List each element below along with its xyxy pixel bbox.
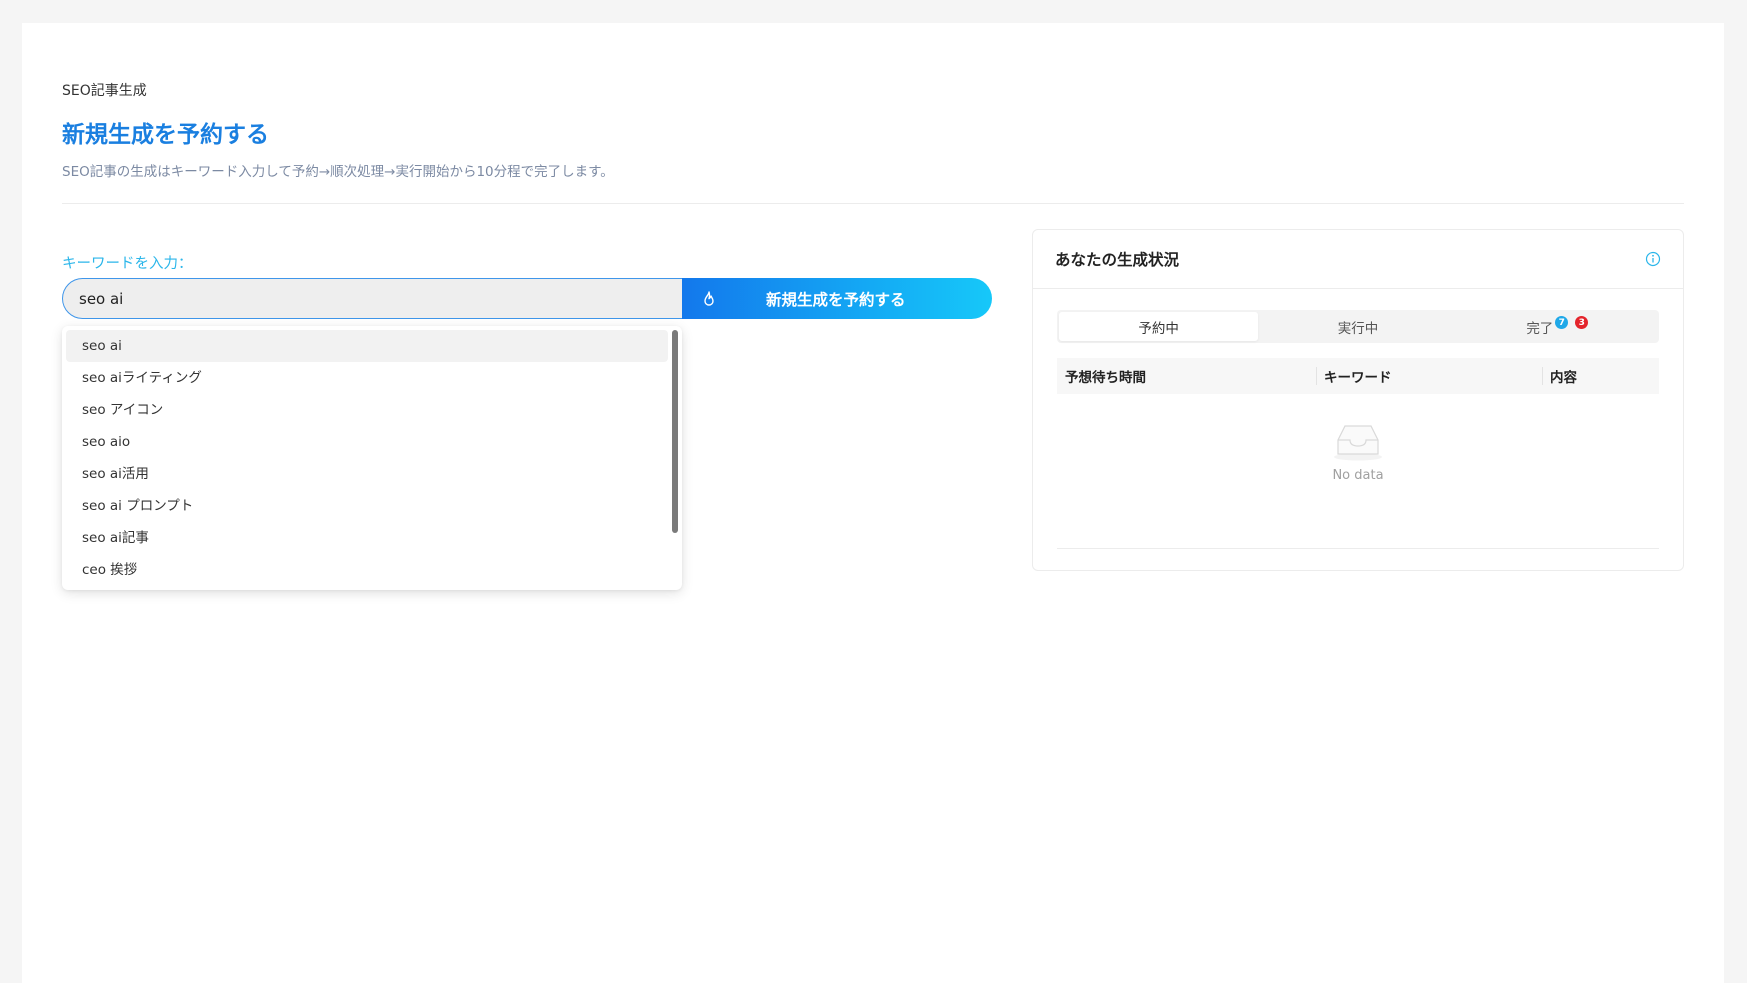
column-separator	[1542, 367, 1543, 385]
status-tabs: 予約中 実行中 完了 7 3	[1057, 310, 1659, 343]
keyword-suggestion-dropdown: seo ai seo aiライティング seo アイコン seo aio seo…	[62, 326, 682, 590]
status-panel-header: あなたの生成状況	[1033, 230, 1683, 289]
column-header-label: 予想待ち時間	[1065, 370, 1146, 386]
tab-completed-label: 完了	[1526, 320, 1554, 337]
keyword-search-row: 新規生成を予約する	[62, 278, 992, 319]
empty-inbox-icon	[1330, 420, 1386, 462]
keyword-input[interactable]	[62, 278, 682, 319]
info-icon[interactable]	[1645, 251, 1661, 267]
column-header-keyword: キーワード	[1316, 358, 1542, 394]
suggestion-item[interactable]: seo aiライティング	[66, 362, 668, 394]
completed-count-badge: 7	[1555, 316, 1569, 329]
suggestion-item[interactable]: seo アイコン	[66, 394, 668, 426]
suggestion-item[interactable]: seo ai記事	[66, 522, 668, 554]
status-table-header: 予想待ち時間 キーワード 内容	[1057, 358, 1659, 394]
column-header-content: 内容	[1542, 358, 1659, 394]
column-header-wait-time: 予想待ち時間	[1057, 358, 1316, 394]
table-bottom-divider	[1057, 548, 1659, 549]
column-header-label: 内容	[1550, 370, 1577, 386]
suggestion-item[interactable]: seo ai プロンプト	[66, 490, 668, 522]
page-subtitle: SEO記事の生成はキーワード入力して予約→順次処理→実行開始から10分程で完了し…	[62, 164, 614, 180]
completed-alert-badge: 3	[1575, 316, 1589, 329]
empty-state-text: No data	[1332, 468, 1384, 483]
empty-state: No data	[1057, 420, 1659, 483]
tab-completed[interactable]: 完了 7 3	[1458, 312, 1657, 341]
generation-status-panel: あなたの生成状況 予約中 実行中 完了 7 3 予想待ち時間 キーワード 内容 …	[1032, 229, 1684, 571]
column-header-label: キーワード	[1324, 370, 1392, 386]
page-title: 新規生成を予約する	[62, 122, 269, 148]
tab-running-label: 実行中	[1337, 320, 1379, 337]
keyword-label: キーワードを入力：	[62, 256, 193, 272]
suggestion-list: seo ai seo aiライティング seo アイコン seo aio seo…	[62, 326, 682, 590]
main-card: SEO記事生成 新規生成を予約する SEO記事の生成はキーワード入力して予約→順…	[22, 23, 1724, 983]
tab-reserved-label: 予約中	[1138, 320, 1179, 337]
fire-icon	[700, 290, 718, 308]
status-panel-title: あなたの生成状況	[1055, 251, 1180, 269]
suggestion-item[interactable]: seo ai活用	[66, 458, 668, 490]
reserve-generation-label: 新規生成を予約する	[766, 290, 906, 309]
dropdown-scrollbar[interactable]	[672, 330, 678, 533]
suggestion-item[interactable]: ceo 挨拶	[66, 554, 668, 586]
column-separator	[1316, 367, 1317, 385]
suggestion-item[interactable]: seo aio	[66, 426, 668, 458]
tab-running[interactable]: 実行中	[1258, 312, 1457, 341]
reserve-generation-button[interactable]: 新規生成を予約する	[682, 278, 992, 319]
suggestion-item[interactable]: seo ai	[66, 330, 668, 362]
breadcrumb: SEO記事生成	[62, 83, 147, 99]
tab-reserved[interactable]: 予約中	[1059, 312, 1259, 341]
header-divider	[62, 203, 1684, 204]
